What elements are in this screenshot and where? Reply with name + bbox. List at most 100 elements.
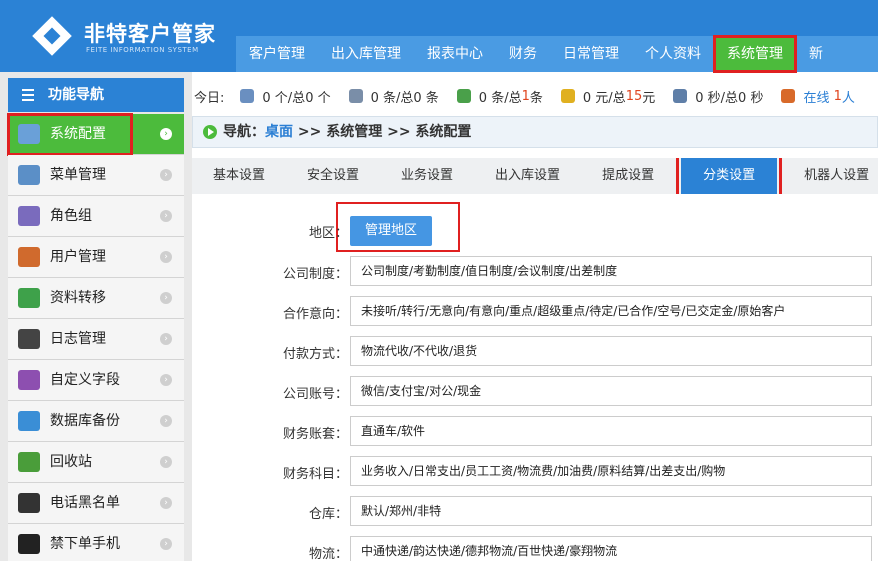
phone-icon [18,493,40,513]
sidebar-item-label: 数据库备份 [50,413,120,429]
sidebar-item-label: 角色组 [50,208,92,224]
finance-subjects-field[interactable]: 业务收入/日常支出/员工工资/物流费/加油费/原料结算/出差支出/购物 [350,456,872,486]
navigation-arrow-icon [203,125,217,139]
tab-inventory[interactable]: 出入库设置 [474,158,581,194]
breadcrumb-path: >> 系统管理 >> 系统配置 [293,124,472,140]
sidebar-item-label: 资料转移 [50,290,106,306]
chevron-right-icon: › [160,374,172,386]
stat-amount: 0 元/总 15 元 [560,87,655,106]
person-icon [240,89,255,103]
app-subtitle: FEITE INFORMATION SYSTEM [86,46,199,54]
tab-business[interactable]: 业务设置 [380,158,474,194]
field-label: 地区： [308,226,348,241]
sidebar-item-logs[interactable]: 日志管理 › [8,319,184,360]
tab-category[interactable]: 分类设置 [676,158,783,194]
chevron-right-icon: › [160,210,172,222]
field-label: 合作意向： [282,307,348,322]
sidebar-heading: 功能导航 [8,78,184,112]
sidebar-item-transfer[interactable]: 资料转移 › [8,278,184,319]
sidebar-item-phone-blacklist[interactable]: 电话黑名单 › [8,483,184,524]
nav-more[interactable]: 新 [796,36,836,72]
tab-basic[interactable]: 基本设置 [192,158,286,194]
breadcrumb: 导航：桌面 >> 系统管理 >> 系统配置 [192,116,878,148]
nav-profile[interactable]: 个人资料 [632,36,714,72]
trash-icon [18,452,40,472]
sidebar-item-label: 回收站 [50,454,92,470]
settings-tabs: 基本设置 安全设置 业务设置 出入库设置 提成设置 分类设置 机器人设置 考勤 [192,158,878,194]
top-nav: 客户管理 出入库管理 报表中心 财务 日常管理 个人资料 系统管理 新 [236,35,878,73]
logistics-field[interactable]: 中通快递/韵达快递/德邦物流/百世快递/豪翔物流 [350,536,872,561]
sidebar-item-recycle-bin[interactable]: 回收站 › [8,442,184,483]
company-rules-field[interactable]: 公司制度/考勤制度/值日制度/会议制度/出差制度 [350,256,872,286]
users-group-icon [18,206,40,226]
coins-icon [560,89,575,103]
payment-method-field[interactable]: 物流代收/不代收/退货 [350,336,872,366]
tab-security[interactable]: 安全设置 [286,158,380,194]
sidebar-item-label: 用户管理 [50,249,106,265]
folder-icon [18,165,40,185]
sidebar-item-roles[interactable]: 角色组 › [8,196,184,237]
sidebar-item-custom-fields[interactable]: 自定义字段 › [8,360,184,401]
breadcrumb-prefix: 导航： [223,124,265,140]
log-icon [18,329,40,349]
chevron-right-icon: › [160,456,172,468]
field-label: 财务账套： [282,427,348,442]
menu-list-icon [22,89,34,101]
chevron-right-icon: › [160,497,172,509]
transfer-icon [18,288,40,308]
stat-inventory: 0 条/总 1 条 [456,87,543,106]
company-account-field[interactable]: 微信/支付宝/对公/现金 [350,376,872,406]
chevron-right-icon: › [160,128,172,140]
sidebar-list: 系统配置 › 菜单管理 › 角色组 › 用户管理 › 资料转移 › 日志管理 › [7,113,184,561]
sidebar-item-label: 电话黑名单 [50,495,120,511]
nav-finance[interactable]: 财务 [496,36,550,72]
sidebar-item-db-backup[interactable]: 数据库备份 › [8,401,184,442]
app-logo-icon [30,14,74,58]
warehouse-field[interactable]: 默认/郑州/非特 [350,496,872,526]
puzzle-icon [18,370,40,390]
chevron-right-icon: › [160,251,172,263]
mobile-block-icon [18,534,40,554]
field-label: 物流： [308,547,348,561]
today-stats-bar: 今日: 0 个/总 0 个 0 条/总 0 条 0 条/总 1 条 0 元/总 15 元… [192,82,878,110]
database-icon [18,411,40,431]
chevron-right-icon: › [160,169,172,181]
nav-customer[interactable]: 客户管理 [236,36,318,72]
tab-robot[interactable]: 机器人设置 [783,158,878,194]
sidebar-item-label: 禁下单手机 [50,536,120,552]
finance-books-field[interactable]: 直通车/软件 [350,416,872,446]
chevron-right-icon: › [160,333,172,345]
cooperation-intent-field[interactable]: 未接听/转行/无意向/有意向/重点/超级重点/待定/已合作/空号/已交定金/原始… [350,296,872,326]
field-label: 仓库： [308,507,348,522]
sidebar-item-menu[interactable]: 菜单管理 › [8,155,184,196]
sidebar-item-label: 自定义字段 [50,372,120,388]
stat-records: 0 条/总 0 条 [348,87,439,106]
manage-region-button[interactable]: 管理地区 [350,216,432,246]
document-icon [348,89,363,103]
field-label: 公司账号： [282,387,348,402]
stats-label: 今日: [194,90,225,106]
storage-icon [456,89,471,103]
sidebar-item-label: 系统配置 [50,126,106,142]
field-label: 付款方式： [282,347,348,362]
app-header: 非特客户管家 FEITE INFORMATION SYSTEM 客户管理 出入库… [0,0,878,73]
tab-commission[interactable]: 提成设置 [581,158,675,194]
user-icon [18,247,40,267]
sidebar-item-label: 日志管理 [50,331,106,347]
nav-inventory[interactable]: 出入库管理 [318,36,414,72]
breadcrumb-home-link[interactable]: 桌面 [265,124,293,140]
app-title: 非特客户管家 [84,22,216,46]
nav-daily[interactable]: 日常管理 [550,36,632,72]
sidebar-item-blocked-mobiles[interactable]: 禁下单手机 › [8,524,184,561]
speaker-icon [673,89,688,103]
stat-call-seconds: 0 秒/总 0 秒 [673,87,763,106]
field-label: 财务科目： [282,467,348,482]
stat-customers: 0 个/总 0 个 [240,87,331,106]
nav-reports[interactable]: 报表中心 [414,36,496,72]
sidebar-item-users[interactable]: 用户管理 › [8,237,184,278]
stat-online[interactable]: 在线 1 人 [781,87,855,106]
field-label: 公司制度： [282,267,348,282]
sidebar-item-system-config[interactable]: 系统配置 › [7,113,172,156]
chevron-right-icon: › [160,538,172,550]
nav-system[interactable]: 系统管理 [713,35,797,73]
